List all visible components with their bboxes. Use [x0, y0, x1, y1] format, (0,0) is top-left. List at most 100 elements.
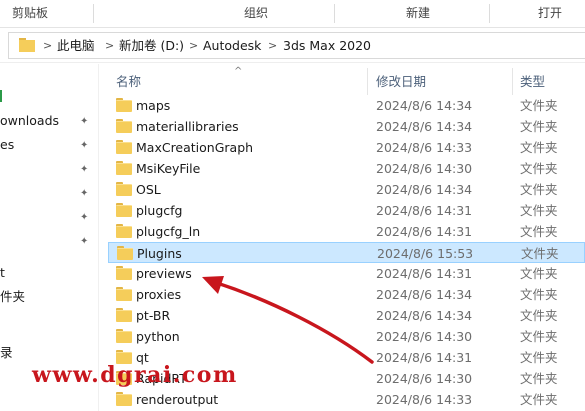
- file-row[interactable]: renderoutput 2024/8/6 14:33 文件夹: [108, 389, 585, 410]
- file-date: 2024/8/6 15:53: [377, 246, 474, 261]
- file-type: 文件夹: [520, 98, 558, 113]
- file-name: pt-BR: [136, 308, 171, 323]
- pin-icon: ✦: [80, 116, 89, 127]
- file-name: Plugins: [137, 246, 182, 261]
- file-row[interactable]: previews 2024/8/6 14:31 文件夹: [108, 263, 585, 284]
- file-date: 2024/8/6 14:31: [376, 350, 473, 365]
- file-name: plugcfg_ln: [136, 224, 201, 239]
- ribbon: 剪贴板 组织 新建 打开: [0, 0, 585, 28]
- nav-item-partial-1[interactable]: t: [0, 262, 5, 284]
- file-row[interactable]: plugcfg_ln 2024/8/6 14:31 文件夹: [108, 221, 585, 242]
- folder-icon: [116, 308, 132, 322]
- column-header-type[interactable]: 类型: [520, 68, 545, 95]
- ribbon-separator: [93, 4, 94, 23]
- file-row[interactable]: maps 2024/8/6 14:34 文件夹: [108, 95, 585, 116]
- column-header-date[interactable]: 修改日期: [376, 68, 426, 95]
- chevron-right-icon[interactable]: >: [43, 33, 52, 58]
- folder-icon: [116, 287, 132, 301]
- file-type: 文件夹: [520, 119, 558, 134]
- file-type: 文件夹: [520, 203, 558, 218]
- file-type: 文件夹: [521, 246, 559, 261]
- nav-item-downloads[interactable]: ownloads: [0, 110, 59, 132]
- breadcrumb-3dsmax-2020[interactable]: 3ds Max 2020: [283, 33, 371, 58]
- file-type: 文件夹: [520, 392, 558, 407]
- folder-icon: [116, 203, 132, 217]
- breadcrumb-this-pc[interactable]: 此电脑: [57, 33, 95, 58]
- folder-icon: [116, 392, 132, 406]
- folder-icon: [116, 161, 132, 175]
- file-row[interactable]: MaxCreationGraph 2024/8/6 14:33 文件夹: [108, 137, 585, 158]
- file-name: materiallibraries: [136, 119, 239, 134]
- chevron-right-icon[interactable]: >: [189, 33, 198, 58]
- breadcrumb-drive-d[interactable]: 新加卷 (D:): [119, 33, 184, 58]
- nav-item-partial-2[interactable]: 件夹: [0, 286, 25, 308]
- folder-icon: [116, 140, 132, 154]
- column-divider[interactable]: [512, 68, 513, 95]
- file-date: 2024/8/6 14:31: [376, 224, 473, 239]
- nav-item-documents[interactable]: es: [0, 134, 14, 156]
- navigation-pane: ownloads ✦ es ✦ ✦ ✦ ✦ ✦ t 件夹 录: [0, 64, 99, 411]
- pin-icon: ✦: [80, 140, 89, 151]
- nav-item-partial-3[interactable]: 录: [0, 342, 13, 364]
- address-row: > 此电脑 > 新加卷 (D:) > Autodesk > 3ds Max 20…: [0, 28, 585, 63]
- file-row[interactable]: Plugins 2024/8/6 15:53 文件夹: [108, 242, 585, 263]
- file-name: previews: [136, 266, 192, 281]
- file-row[interactable]: materiallibraries 2024/8/6 14:34 文件夹: [108, 116, 585, 137]
- folder-icon: [117, 246, 133, 260]
- folder-icon: [116, 182, 132, 196]
- file-type: 文件夹: [520, 224, 558, 239]
- sort-ascending-icon[interactable]: ^: [234, 66, 242, 77]
- nav-divider: [98, 64, 99, 411]
- file-date: 2024/8/6 14:34: [376, 119, 473, 134]
- file-date: 2024/8/6 14:31: [376, 203, 473, 218]
- file-name: plugcfg: [136, 203, 183, 218]
- file-date: 2024/8/6 14:30: [376, 329, 473, 344]
- file-row[interactable]: proxies 2024/8/6 14:34 文件夹: [108, 284, 585, 305]
- file-row[interactable]: plugcfg 2024/8/6 14:31 文件夹: [108, 200, 585, 221]
- pin-icon: ✦: [80, 236, 89, 247]
- file-date: 2024/8/6 14:33: [376, 140, 473, 155]
- file-type: 文件夹: [520, 182, 558, 197]
- breadcrumb-autodesk[interactable]: Autodesk: [203, 33, 261, 58]
- file-date: 2024/8/6 14:30: [376, 161, 473, 176]
- file-row[interactable]: python 2024/8/6 14:30 文件夹: [108, 326, 585, 347]
- chevron-right-icon[interactable]: >: [268, 33, 277, 58]
- ribbon-group-new[interactable]: 新建: [388, 0, 448, 27]
- file-date: 2024/8/6 14:31: [376, 266, 473, 281]
- file-type: 文件夹: [520, 371, 558, 386]
- file-type: 文件夹: [520, 287, 558, 302]
- chevron-right-icon[interactable]: >: [105, 33, 114, 58]
- folder-icon: [19, 38, 35, 52]
- column-divider[interactable]: [367, 68, 368, 95]
- pin-icon: ✦: [80, 212, 89, 223]
- file-date: 2024/8/6 14:34: [376, 98, 473, 113]
- folder-icon: [116, 98, 132, 112]
- pin-icon: ✦: [80, 188, 89, 199]
- file-name: OSL: [136, 182, 161, 197]
- file-date: 2024/8/6 14:34: [376, 287, 473, 302]
- file-type: 文件夹: [520, 350, 558, 365]
- ribbon-group-open[interactable]: 打开: [520, 0, 580, 27]
- file-type: 文件夹: [520, 140, 558, 155]
- file-date: 2024/8/6 14:34: [376, 182, 473, 197]
- file-type: 文件夹: [520, 308, 558, 323]
- watermark-text: www.dgrai.com: [32, 362, 238, 388]
- folder-icon: [116, 266, 132, 280]
- file-date: 2024/8/6 14:33: [376, 392, 473, 407]
- file-type: 文件夹: [520, 161, 558, 176]
- file-name: maps: [136, 98, 171, 113]
- file-row[interactable]: MsiKeyFile 2024/8/6 14:30 文件夹: [108, 158, 585, 179]
- folder-icon: [116, 224, 132, 238]
- file-row[interactable]: pt-BR 2024/8/6 14:34 文件夹: [108, 305, 585, 326]
- pin-icon: ✦: [80, 164, 89, 175]
- ribbon-group-organize[interactable]: 组织: [226, 0, 286, 27]
- file-type: 文件夹: [520, 266, 558, 281]
- nav-accent-mark: [0, 90, 2, 102]
- ribbon-group-clipboard[interactable]: 剪贴板: [0, 0, 60, 27]
- file-row[interactable]: OSL 2024/8/6 14:34 文件夹: [108, 179, 585, 200]
- file-date: 2024/8/6 14:34: [376, 308, 473, 323]
- file-name: renderoutput: [136, 392, 219, 407]
- column-header-name[interactable]: 名称: [116, 68, 141, 95]
- folder-icon: [116, 119, 132, 133]
- address-bar[interactable]: > 此电脑 > 新加卷 (D:) > Autodesk > 3ds Max 20…: [8, 32, 585, 59]
